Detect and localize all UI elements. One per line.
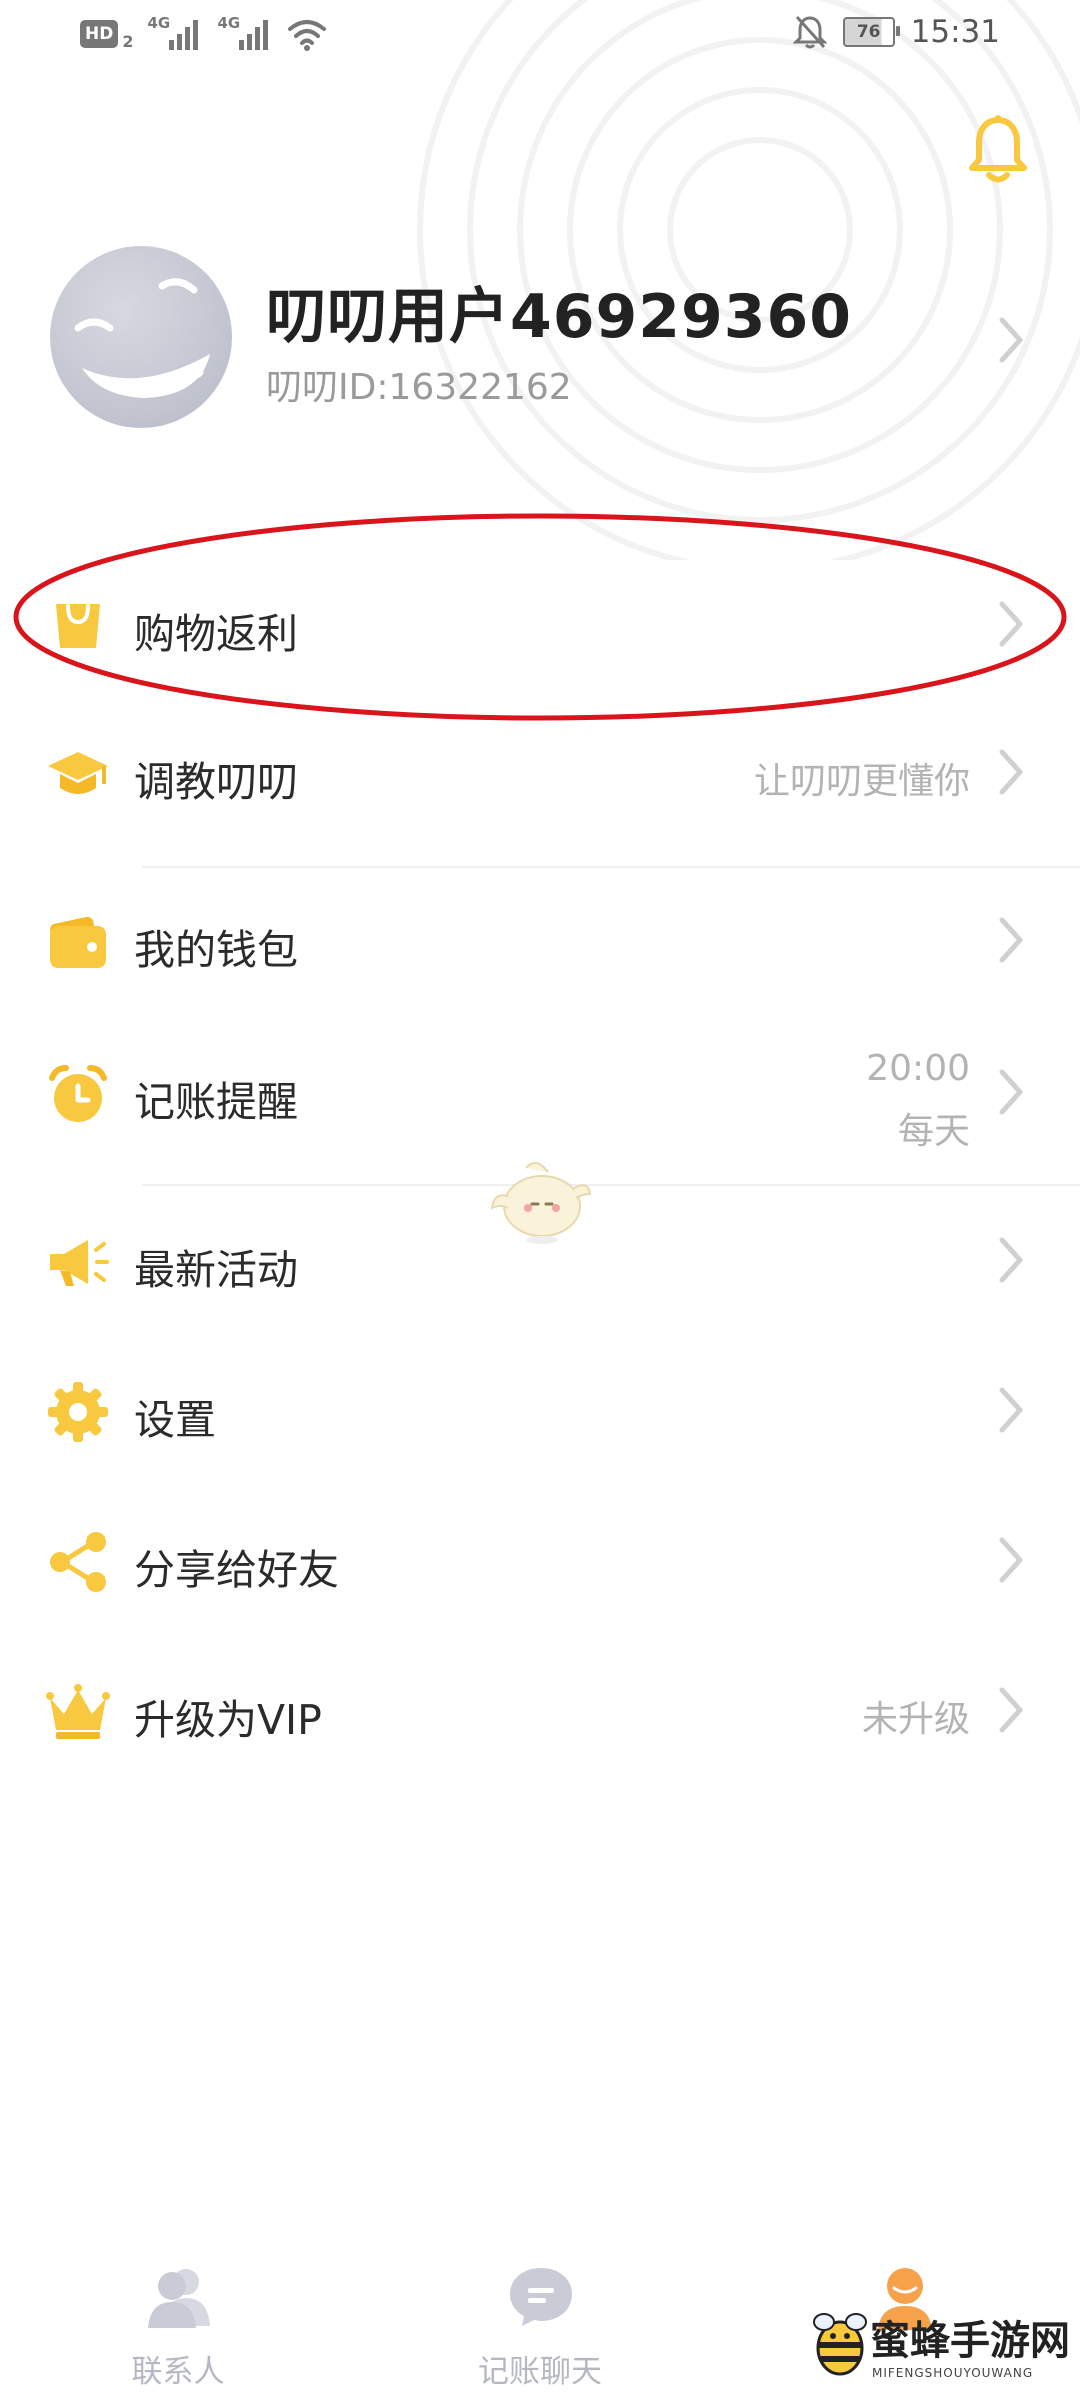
menu-label: 记账提醒: [134, 1078, 298, 1126]
tab-label: 记账聊天: [478, 2354, 602, 2390]
avatar-face-icon: [74, 278, 210, 398]
hd-sim-number: 2: [122, 31, 134, 51]
avatar[interactable]: [50, 246, 232, 428]
tab-bookkeeping-chat[interactable]: 记账聊天: [430, 2240, 650, 2400]
section-divider: [142, 866, 1080, 868]
battery-level: 76: [856, 22, 881, 42]
section-divider: [142, 1184, 1080, 1186]
chevron-right-icon: [999, 749, 1023, 795]
menu-item-upgrade-vip[interactable]: 升级为VIP 未升级: [0, 1646, 1080, 1776]
reminder-frequency: 每天: [897, 1111, 970, 1152]
vip-status: 未升级: [861, 1699, 970, 1740]
chevron-right-icon: [999, 317, 1023, 363]
menu-label: 升级为VIP: [134, 1696, 322, 1744]
contacts-icon: [148, 2269, 210, 2328]
chevron-right-icon: [999, 917, 1023, 963]
me-page-screen: HD 2 4G 4G 76 15:31 叨叨用户46929360 叨叨ID:16…: [0, 0, 1080, 2400]
notification-bell-icon[interactable]: [964, 112, 1032, 188]
tab-contacts[interactable]: 联系人: [68, 2240, 288, 2400]
chevron-right-icon: [999, 601, 1023, 647]
menu-label: 我的钱包: [134, 926, 298, 974]
chevron-right-icon: [999, 1687, 1023, 1733]
status-right: 76 15:31: [792, 14, 1000, 50]
menu-label: 最新活动: [134, 1246, 298, 1294]
watermark-subtext: MIFENGSHOUYOUWANG: [872, 2366, 1034, 2380]
profile-header[interactable]: 叨叨用户46929360 叨叨ID:16322162: [0, 228, 1080, 438]
username: 叨叨用户46929360: [266, 282, 852, 352]
reminder-time: 20:00: [866, 1048, 970, 1089]
bee-logo-icon: [813, 2313, 867, 2376]
chat-bubble-icon: [510, 2268, 572, 2326]
floating-mascot-icon[interactable]: [486, 1148, 596, 1248]
user-id: 叨叨ID:16322162: [266, 367, 572, 408]
battery-icon: 76: [842, 17, 900, 47]
chevron-right-icon: [999, 1069, 1023, 1115]
menu-item-shopping-rebate[interactable]: 购物返利: [0, 560, 1080, 690]
share-icon: [50, 1532, 106, 1592]
status-left: HD 2 4G 4G: [80, 14, 327, 52]
network-type-label: 4G: [217, 14, 241, 32]
menu-item-bookkeeping-reminder[interactable]: 记账提醒 20:00 每天: [0, 1028, 1080, 1158]
shopping-bag-icon: [56, 604, 100, 648]
menu-item-train-daodao[interactable]: 调教叨叨 让叨叨更懂你: [0, 708, 1080, 838]
menu-item-wallet[interactable]: 我的钱包: [0, 876, 1080, 1006]
chevron-right-icon: [999, 1387, 1023, 1433]
signal-icon-sim1: 4G: [147, 14, 203, 52]
crown-icon: [46, 1684, 110, 1739]
megaphone-icon: [50, 1240, 109, 1286]
status-time: 15:31: [910, 14, 1000, 50]
watermark-text: 蜜蜂手游网: [870, 2317, 1070, 2364]
graduation-cap-icon: [48, 752, 108, 794]
signal-icon-sim2: 4G: [217, 14, 273, 52]
alarm-clock-icon: [49, 1065, 107, 1122]
network-type-label: 4G: [147, 14, 171, 32]
chevron-right-icon: [999, 1537, 1023, 1583]
wifi-icon: [288, 20, 327, 51]
menu-label: 设置: [134, 1396, 216, 1444]
menu-item-settings[interactable]: 设置: [0, 1346, 1080, 1476]
menu-hint: 让叨叨更懂你: [753, 761, 970, 802]
menu-label: 调教叨叨: [134, 758, 298, 806]
gear-icon: [48, 1382, 108, 1442]
notifications-muted-icon: [792, 15, 827, 49]
watermark: 蜜蜂手游网 MIFENGSHOUYOUWANG: [810, 2300, 1080, 2400]
status-bar: HD 2 4G 4G 76 15:31: [0, 0, 1080, 72]
menu-label: 购物返利: [134, 610, 298, 658]
hd-badge: HD: [80, 20, 119, 48]
menu-item-share-friends[interactable]: 分享给好友: [0, 1496, 1080, 1626]
tab-label: 联系人: [131, 2354, 225, 2390]
chevron-right-icon: [999, 1237, 1023, 1283]
menu-label: 分享给好友: [134, 1546, 339, 1594]
wallet-icon: [50, 916, 106, 968]
